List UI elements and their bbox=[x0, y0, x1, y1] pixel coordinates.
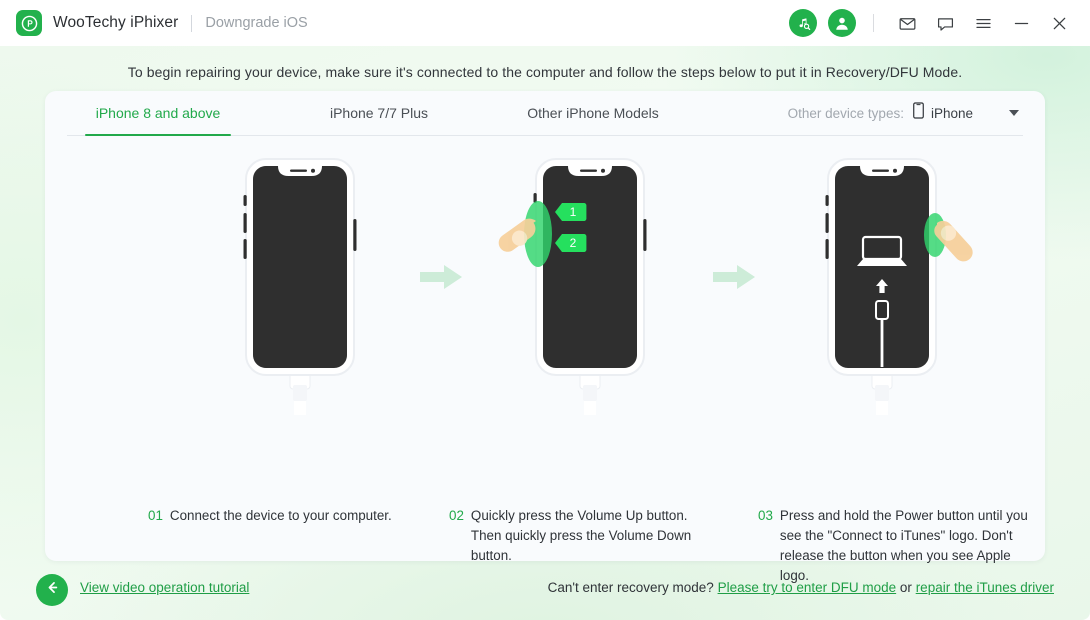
arrow-right-icon-2 bbox=[713, 263, 757, 291]
illustration-row: 1 2 bbox=[45, 149, 1045, 419]
step-number: 01 bbox=[148, 508, 163, 523]
tab-iphone-8-and-above[interactable]: iPhone 8 and above bbox=[85, 91, 231, 136]
help-prefix: Can't enter recovery mode? bbox=[547, 580, 714, 595]
steps-card: iPhone 8 and above iPhone 7/7 Plus Other… bbox=[45, 91, 1045, 583]
menu-icon[interactable] bbox=[968, 8, 998, 38]
back-button[interactable] bbox=[36, 574, 68, 606]
user-account-icon[interactable] bbox=[828, 9, 856, 37]
or-text: or bbox=[899, 580, 912, 595]
titlebar: WooTechy iPhixer Downgrade iOS bbox=[0, 0, 1090, 46]
intro-instruction: To begin repairing your device, make sur… bbox=[127, 64, 963, 80]
mail-icon[interactable] bbox=[892, 8, 922, 38]
tab-other-iphone-models[interactable]: Other iPhone Models bbox=[520, 91, 666, 135]
phone-outline-icon bbox=[913, 102, 924, 124]
svg-text:2: 2 bbox=[570, 236, 577, 250]
step-text: Quickly press the Volume Up button. Then… bbox=[470, 508, 692, 563]
device-type-label: Other device types: bbox=[787, 105, 904, 121]
device-type-selector[interactable]: Other device types: iPhone bbox=[788, 102, 1023, 124]
illustration-step-2: 1 2 bbox=[490, 149, 690, 419]
footer-bar: View video operation tutorial Can't ente… bbox=[0, 562, 1090, 620]
step-number: 02 bbox=[449, 508, 464, 523]
illustration-step-3 bbox=[782, 149, 982, 419]
device-tabs: iPhone 8 and above iPhone 7/7 Plus Other… bbox=[67, 91, 1023, 136]
video-tutorial-link[interactable]: View video operation tutorial bbox=[80, 580, 249, 595]
svg-text:1: 1 bbox=[570, 205, 577, 219]
tab-label: Other iPhone Models bbox=[527, 105, 659, 121]
itunes-tool-icon[interactable] bbox=[789, 9, 817, 37]
brand-name: WooTechy iPhixer bbox=[53, 14, 179, 31]
main-body: To begin repairing your device, make sur… bbox=[0, 44, 1090, 620]
tab-label: iPhone 7/7 Plus bbox=[329, 105, 429, 121]
app-window: WooTechy iPhixer Downgrade iOS To begin … bbox=[0, 0, 1090, 620]
feedback-icon[interactable] bbox=[930, 8, 960, 38]
chevron-down-icon[interactable] bbox=[1009, 110, 1019, 116]
arrow-left-icon bbox=[44, 579, 61, 601]
close-button[interactable] bbox=[1044, 8, 1074, 38]
step-caption-2: 02 Quickly press the Volume Up button. T… bbox=[449, 506, 714, 566]
illustration-step-1 bbox=[200, 149, 400, 419]
wootechy-p-logo-icon bbox=[16, 10, 42, 36]
titlebar-controls bbox=[789, 8, 1074, 38]
step-caption-1: 01 Connect the device to your computer. bbox=[148, 506, 418, 526]
tab-label: iPhone 8 and above bbox=[95, 105, 221, 121]
title-divider bbox=[191, 14, 193, 32]
titlebar-divider bbox=[873, 14, 874, 32]
step-text: Connect the device to your computer. bbox=[169, 508, 392, 523]
recovery-help-text: Can't enter recovery mode? Please try to… bbox=[548, 580, 1054, 595]
tab-iphone-7-7-plus[interactable]: iPhone 7/7 Plus bbox=[306, 91, 452, 135]
minimize-button[interactable] bbox=[1006, 8, 1036, 38]
arrow-right-icon-1 bbox=[420, 263, 464, 291]
module-name: Downgrade iOS bbox=[205, 15, 308, 31]
dfu-mode-link[interactable]: Please try to enter DFU mode bbox=[718, 580, 897, 595]
repair-itunes-driver-link[interactable]: repair the iTunes driver bbox=[916, 580, 1054, 595]
device-type-value: iPhone bbox=[930, 105, 973, 121]
